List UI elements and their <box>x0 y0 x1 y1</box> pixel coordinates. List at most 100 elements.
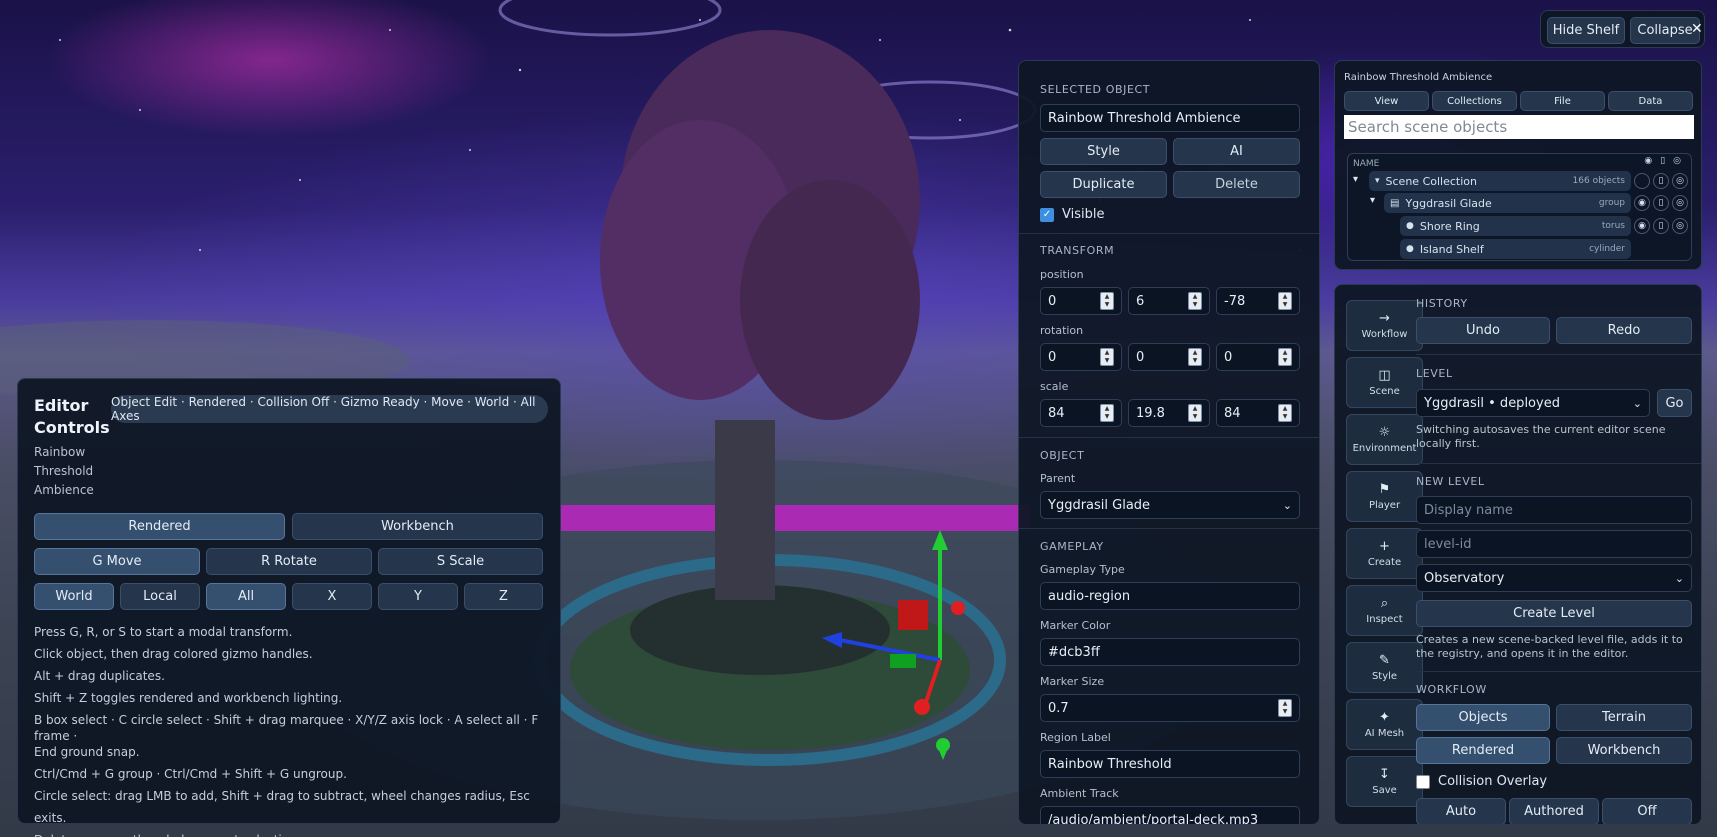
move-tool-button[interactable]: G Move <box>34 548 200 575</box>
sidebar-item-ai-mesh[interactable]: ✦ AI Mesh <box>1346 699 1423 750</box>
authored-button[interactable]: Authored <box>1509 798 1599 824</box>
collision-overlay-toggle[interactable]: Collision Overlay <box>1416 774 1547 789</box>
scale-y-input[interactable]: 19.8 ▲ ▼ <box>1128 399 1210 427</box>
expand-chevron-icon[interactable]: ▾ <box>1353 174 1358 185</box>
visible-toggle[interactable]: ✓ Visible <box>1040 207 1104 222</box>
select-toggle-icon[interactable]: ▯ <box>1653 195 1669 211</box>
create-level-button[interactable]: Create Level <box>1416 600 1692 627</box>
objects-mode-button[interactable]: Objects <box>1416 704 1550 731</box>
tree-row[interactable]: ▤ Yggdrasil Glade group <box>1384 193 1631 213</box>
duplicate-button[interactable]: Duplicate <box>1040 171 1167 198</box>
hide-shelf-button[interactable]: Hide Shelf <box>1547 17 1625 44</box>
spinner-icon[interactable]: ▲ ▼ <box>1100 404 1114 422</box>
level-id-input[interactable]: level-id <box>1416 530 1692 558</box>
sidebar-item-workflow[interactable]: → Workflow <box>1346 300 1423 351</box>
sidebar-item-inspect[interactable]: ⌕ Inspect <box>1346 585 1423 636</box>
all-axes-button[interactable]: All <box>206 583 286 610</box>
parent-select[interactable]: Yggdrasil Glade ⌄ <box>1040 491 1300 519</box>
ai-button[interactable]: AI <box>1173 138 1300 165</box>
rendered-button[interactable]: Rendered <box>1416 737 1550 764</box>
checkbox-unchecked-icon[interactable] <box>1416 774 1430 789</box>
sidebar-item-environment[interactable]: ☼ Environment <box>1346 414 1423 465</box>
position-z-input[interactable]: -78 ▲ ▼ <box>1216 287 1300 315</box>
render-toggle-icon[interactable]: ◎ <box>1672 173 1688 189</box>
magnifier-icon: ⌕ <box>1380 596 1389 611</box>
level-select[interactable]: Yggdrasil • deployed ⌄ <box>1416 389 1650 417</box>
tab-data[interactable]: Data <box>1608 91 1693 111</box>
region-label-input[interactable]: Rainbow Threshold <box>1040 750 1300 778</box>
position-x-input[interactable]: 0 ▲ ▼ <box>1040 287 1122 315</box>
delete-button[interactable]: Delete <box>1173 171 1300 198</box>
spinner-icon[interactable]: ▲ ▼ <box>1278 699 1292 717</box>
sidebar-item-style[interactable]: ✎ Style <box>1346 642 1423 693</box>
render-toggle-icon[interactable]: ◎ <box>1672 218 1688 234</box>
sidebar-item-save[interactable]: ↧ Save <box>1346 756 1423 807</box>
rotation-x-input[interactable]: 0 ▲ ▼ <box>1040 343 1122 371</box>
style-button[interactable]: Style <box>1040 138 1167 165</box>
rotation-y-input[interactable]: 0 ▲ ▼ <box>1128 343 1210 371</box>
search-input[interactable]: Search scene objects <box>1344 115 1694 139</box>
workbench-button[interactable]: Workbench <box>1556 737 1692 764</box>
object-name-input[interactable]: Rainbow Threshold Ambience <box>1040 104 1300 132</box>
close-icon[interactable]: ✕ <box>1691 21 1703 37</box>
tree-row[interactable]: ● Island Shelf cylinder <box>1400 239 1631 259</box>
sidebar-item-player[interactable]: ⚑ Player <box>1346 471 1423 522</box>
position-label: position <box>1040 268 1084 281</box>
gameplay-type-input[interactable]: audio-region <box>1040 582 1300 610</box>
spinner-icon[interactable]: ▲ ▼ <box>1188 348 1202 366</box>
visibility-toggle-icon[interactable] <box>1634 173 1650 189</box>
outliner-panel: Rainbow Threshold Ambience View Collecti… <box>1334 60 1702 270</box>
tree-row[interactable]: ● Shore Ring torus <box>1400 216 1631 236</box>
z-axis-button[interactable]: Z <box>464 583 543 610</box>
expand-chevron-icon[interactable]: ▾ <box>1370 195 1375 206</box>
spinner-icon[interactable]: ▲ ▼ <box>1278 292 1292 310</box>
sidebar-item-create[interactable]: + Create <box>1346 528 1423 579</box>
eye-icon[interactable]: ◉ <box>1634 218 1650 234</box>
workbench-shading-button[interactable]: Workbench <box>292 513 543 540</box>
position-y-input[interactable]: 6 ▲ ▼ <box>1128 287 1210 315</box>
select-toggle-icon[interactable]: ▯ <box>1653 218 1669 234</box>
x-axis-button[interactable]: X <box>292 583 372 610</box>
tree-row[interactable]: ▾ Scene Collection 166 objects <box>1369 171 1631 191</box>
spinner-icon[interactable]: ▲ ▼ <box>1188 292 1202 310</box>
template-select[interactable]: Observatory ⌄ <box>1416 564 1692 592</box>
gameplay-title: GAMEPLAY <box>1040 540 1104 553</box>
tab-collections[interactable]: Collections <box>1432 91 1517 111</box>
spinner-icon[interactable]: ▲ ▼ <box>1100 292 1114 310</box>
scale-x-input[interactable]: 84 ▲ ▼ <box>1040 399 1122 427</box>
rendered-shading-button[interactable]: Rendered <box>34 513 285 540</box>
world-space-button[interactable]: World <box>34 583 114 610</box>
undo-button[interactable]: Undo <box>1416 317 1550 344</box>
rotate-tool-button[interactable]: R Rotate <box>206 548 372 575</box>
spinner-icon[interactable]: ▲ ▼ <box>1278 404 1292 422</box>
terrain-mode-button[interactable]: Terrain <box>1556 704 1692 731</box>
checkbox-checked-icon[interactable]: ✓ <box>1040 207 1054 222</box>
sidebar-item-label: Save <box>1372 785 1397 796</box>
spinner-icon[interactable]: ▲ ▼ <box>1278 348 1292 366</box>
tab-view[interactable]: View <box>1344 91 1429 111</box>
scale-tool-button[interactable]: S Scale <box>378 548 543 575</box>
redo-button[interactable]: Redo <box>1556 317 1692 344</box>
local-space-button[interactable]: Local <box>120 583 200 610</box>
parent-label: Parent <box>1040 472 1076 485</box>
select-toggle-icon[interactable]: ▯ <box>1653 173 1669 189</box>
collapse-button[interactable]: Collapse <box>1630 17 1700 44</box>
tab-file[interactable]: File <box>1520 91 1605 111</box>
eye-icon[interactable]: ◉ <box>1634 195 1650 211</box>
render-toggle-icon[interactable]: ◎ <box>1672 195 1688 211</box>
y-axis-button[interactable]: Y <box>378 583 458 610</box>
marker-color-input[interactable]: #dcb3ff <box>1040 638 1300 666</box>
ambient-track-input[interactable]: /audio/ambient/portal-deck.mp3 <box>1040 806 1300 824</box>
marker-size-input[interactable]: 0.7 ▲ ▼ <box>1040 694 1300 722</box>
pencil-icon: ✎ <box>1379 653 1390 668</box>
scale-z-input[interactable]: 84 ▲ ▼ <box>1216 399 1300 427</box>
rotation-z-input[interactable]: 0 ▲ ▼ <box>1216 343 1300 371</box>
off-button[interactable]: Off <box>1602 798 1692 824</box>
sidebar-item-label: Create <box>1367 557 1402 568</box>
spinner-icon[interactable]: ▲ ▼ <box>1100 348 1114 366</box>
spinner-icon[interactable]: ▲ ▼ <box>1188 404 1202 422</box>
auto-button[interactable]: Auto <box>1416 798 1506 824</box>
display-name-input[interactable]: Display name <box>1416 496 1692 524</box>
go-button[interactable]: Go <box>1657 389 1692 417</box>
sidebar-item-scene[interactable]: ◫ Scene <box>1346 357 1423 408</box>
